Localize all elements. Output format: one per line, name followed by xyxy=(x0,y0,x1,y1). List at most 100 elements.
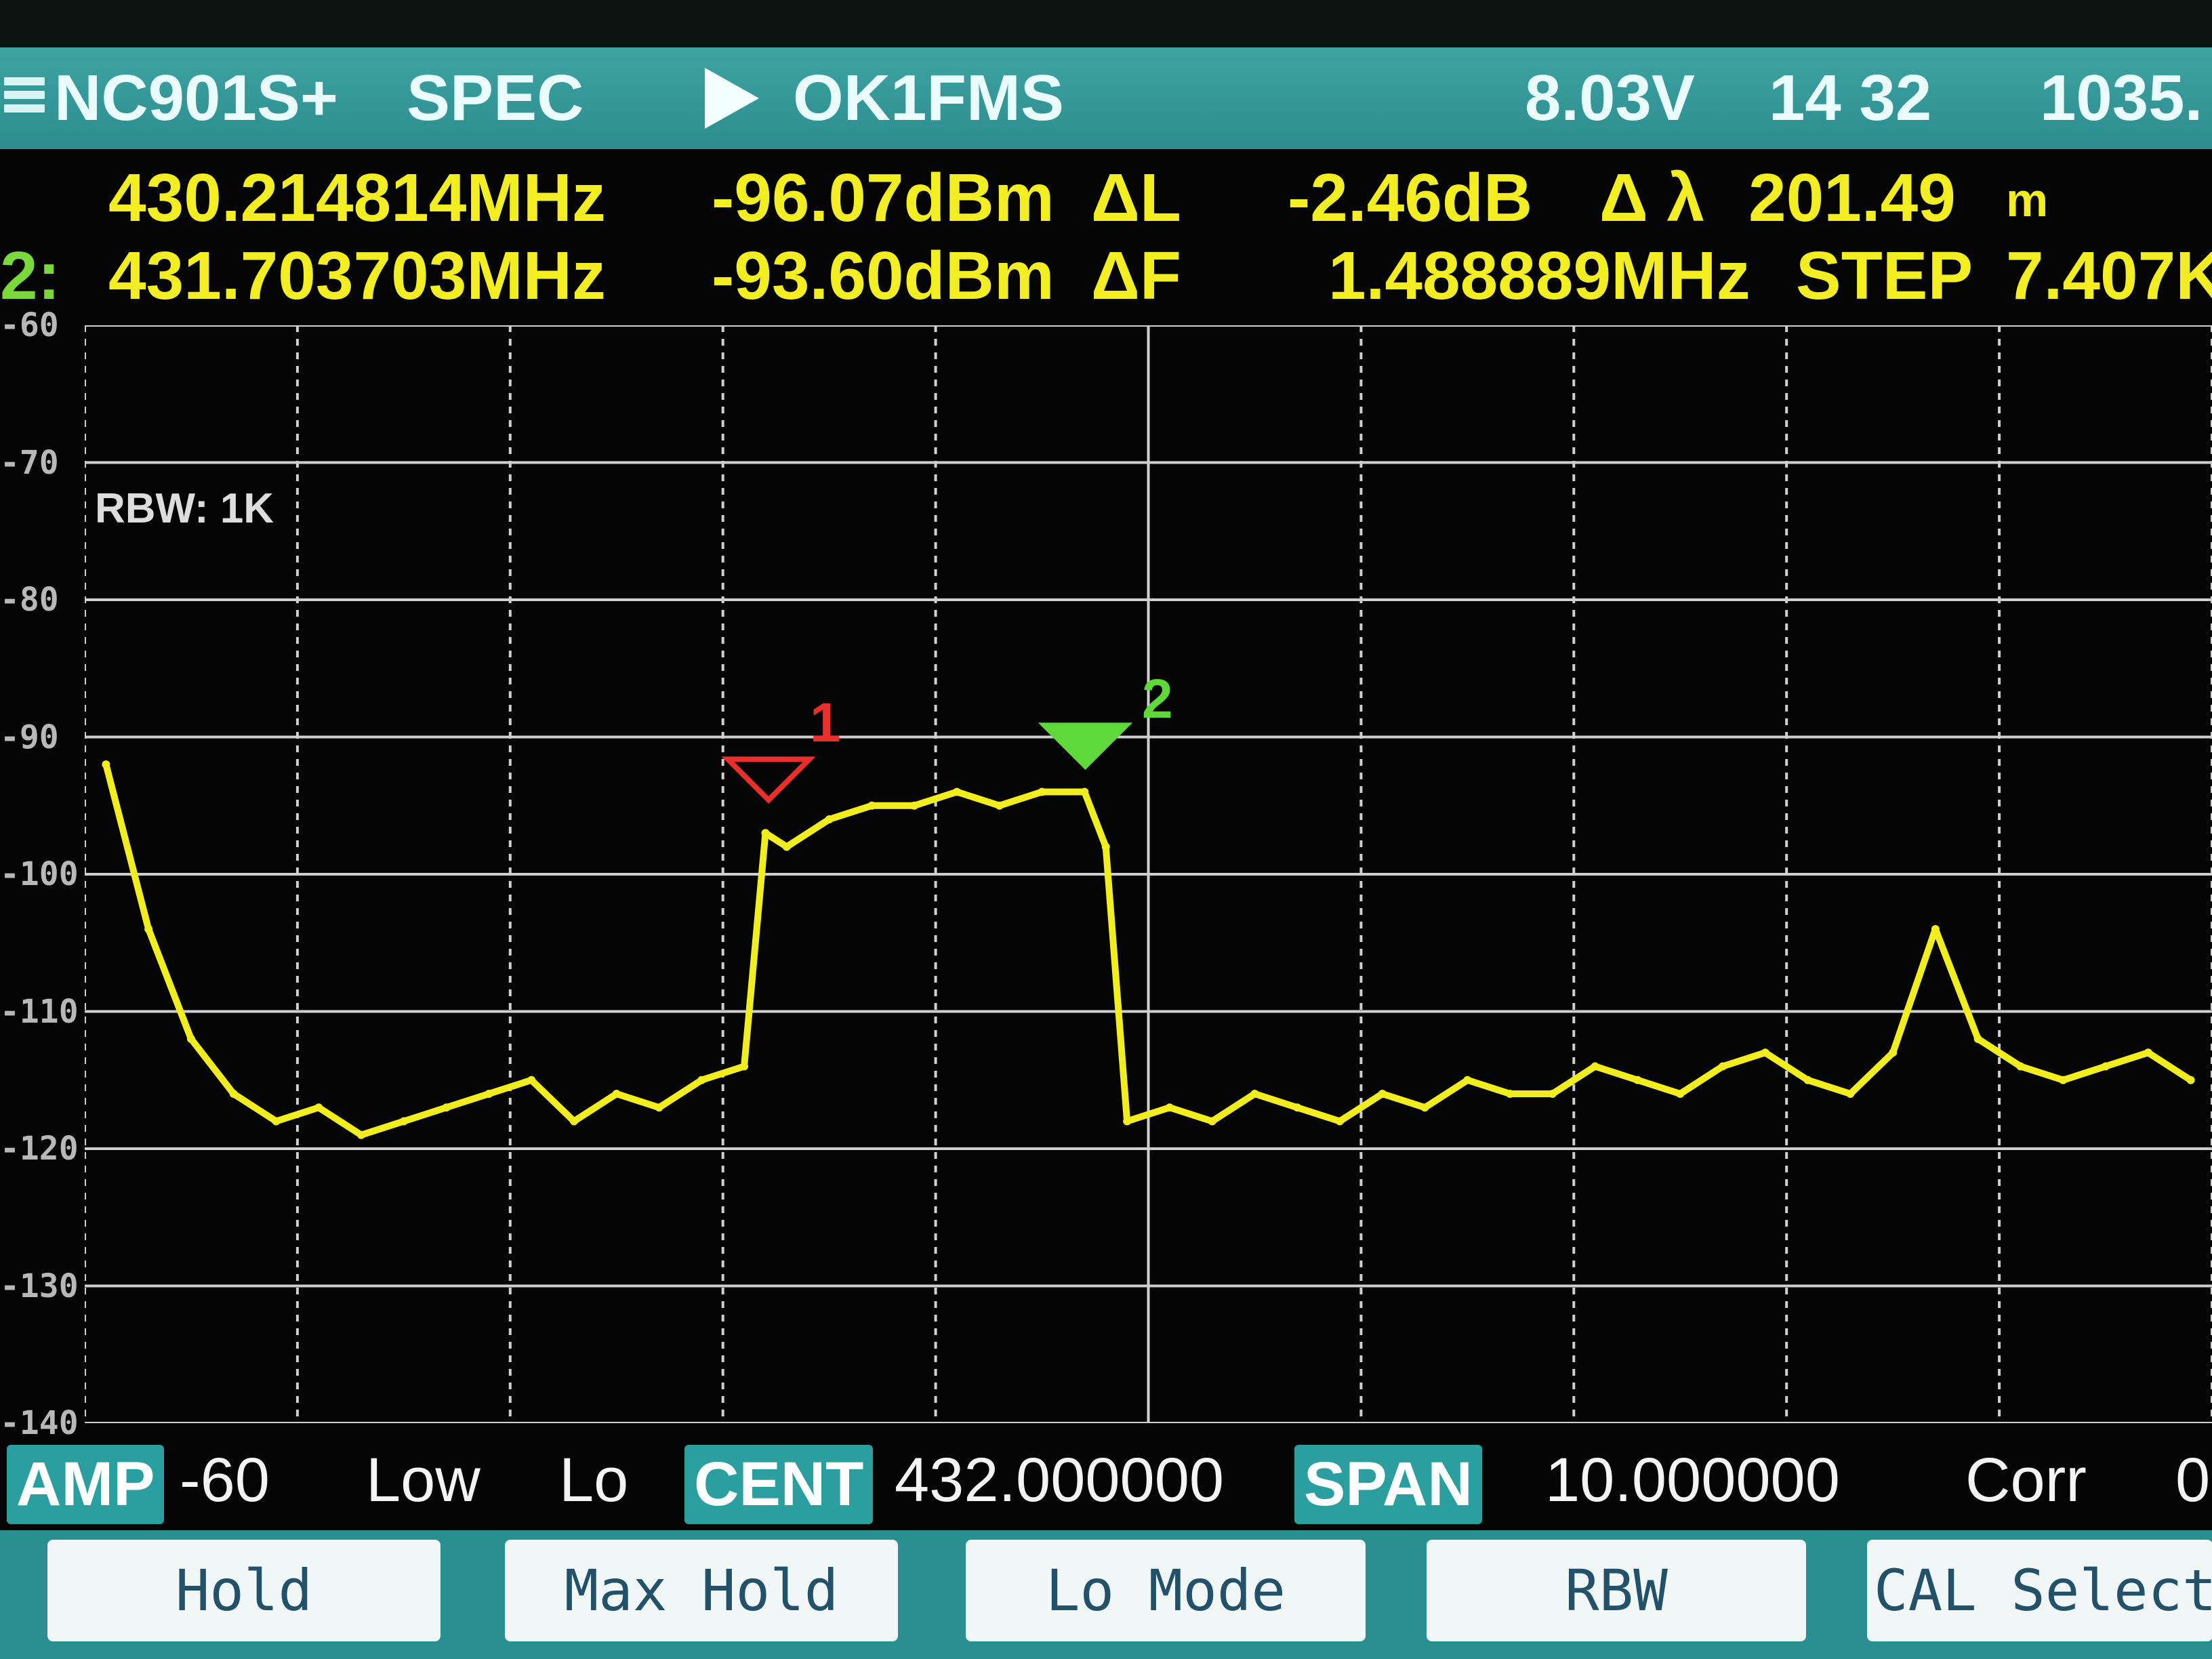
trace-point xyxy=(1761,1048,1769,1057)
marker2-level: -93.60dBm xyxy=(712,238,1054,314)
trace-point xyxy=(1250,1090,1259,1098)
screen-bezel xyxy=(0,0,2212,47)
trace-point xyxy=(144,925,153,933)
y-tick-label: -110 xyxy=(0,992,79,1031)
trace-point xyxy=(1633,1076,1642,1084)
trace-point xyxy=(1378,1090,1387,1098)
low-label: Low xyxy=(366,1446,480,1515)
y-tick-label: -120 xyxy=(0,1130,79,1168)
center-frequency: 432.000000 xyxy=(895,1446,1225,1515)
corr-label: Corr xyxy=(1965,1446,2087,1515)
max-hold-softkey[interactable]: Max Hold xyxy=(505,1540,898,1641)
marker2-label: 2 xyxy=(1142,668,1173,730)
clock: 14 32 xyxy=(1769,62,1932,134)
wavelength-unit: m xyxy=(2006,173,2049,226)
device-name: NC901S+ xyxy=(54,62,338,134)
marker2-prefix: 2: xyxy=(0,238,60,314)
trace-point xyxy=(740,1062,749,1071)
trace-point xyxy=(761,829,770,838)
trace-point xyxy=(995,801,1004,810)
lo-label: Lo xyxy=(559,1446,629,1515)
trace-point xyxy=(1165,1103,1174,1112)
trace-point xyxy=(825,815,834,823)
trace-point xyxy=(1889,1048,1898,1057)
trace-point xyxy=(1038,787,1046,796)
y-tick-label: -70 xyxy=(0,443,59,482)
trace-point xyxy=(782,842,791,851)
trace-point xyxy=(442,1103,451,1112)
spectrum-chart[interactable] xyxy=(85,325,2212,1423)
trace-point xyxy=(272,1117,281,1126)
softkey-bar: Hold Max Hold Lo Mode RBW CAL Select xyxy=(0,1530,2212,1659)
center-tag[interactable]: CENT xyxy=(684,1445,874,1524)
marker1-label: 1 xyxy=(810,692,841,754)
trace-point xyxy=(867,801,876,810)
trace-point xyxy=(1101,842,1110,851)
amp-value: -60 xyxy=(180,1446,270,1515)
rbw-softkey[interactable]: RBW xyxy=(1427,1540,1806,1641)
battery-voltage: 8.03V xyxy=(1525,62,1695,134)
spectrum-plot[interactable] xyxy=(85,325,2212,1423)
status-bar: AMP -60 Low Lo CENT 432.000000 SPAN 10.0… xyxy=(0,1437,2212,1532)
trace-point xyxy=(527,1076,536,1084)
trace-point xyxy=(2186,1076,2195,1084)
trace-point xyxy=(952,787,961,796)
corr-value: 0 xyxy=(2175,1446,2211,1515)
wavelength-label: Δ λ xyxy=(1599,160,1705,236)
trace-point xyxy=(1080,787,1089,796)
marker2-frequency: 431.703703MHz xyxy=(108,238,606,314)
trace-point xyxy=(1973,1035,1982,1043)
title-bar: NC901S+ SPEC OK1FMS 8.03V 14 32 1035. xyxy=(0,47,2212,149)
trace-point xyxy=(697,1076,706,1084)
trace-point xyxy=(102,760,110,769)
trace-point xyxy=(1846,1090,1855,1098)
trace-point xyxy=(910,801,919,810)
trace-point xyxy=(2059,1076,2068,1084)
trace-point xyxy=(1803,1076,1812,1084)
span-tag[interactable]: SPAN xyxy=(1294,1445,1482,1524)
trace-point xyxy=(2016,1062,2025,1071)
step-value: 7.407KH xyxy=(2006,238,2212,314)
trace-point xyxy=(1591,1062,1599,1071)
hold-softkey[interactable]: Hold xyxy=(47,1540,441,1641)
lo-mode-softkey[interactable]: Lo Mode xyxy=(966,1540,1366,1641)
marker-2-triangle xyxy=(1038,722,1133,771)
marker1-frequency: 430.214814MHz xyxy=(108,160,606,236)
play-icon[interactable] xyxy=(705,68,759,129)
trace-point xyxy=(1336,1117,1345,1126)
delta-frequency-label: ΔF xyxy=(1091,238,1181,314)
y-tick-label: -100 xyxy=(0,855,79,893)
step-label: STEP xyxy=(1796,238,1973,314)
trace-point xyxy=(1931,925,1940,933)
trace-point xyxy=(1208,1117,1216,1126)
delta-level-label: ΔL xyxy=(1091,160,1181,236)
trace-point xyxy=(229,1090,238,1098)
marker-1-triangle xyxy=(721,756,816,804)
trace-point xyxy=(1463,1076,1472,1084)
rbw-indicator: RBW: 1K xyxy=(95,485,274,532)
span-value: 10.000000 xyxy=(1545,1446,1840,1515)
y-tick-label: -90 xyxy=(0,718,59,756)
y-tick-label: -80 xyxy=(0,581,59,619)
mode-label[interactable]: SPEC xyxy=(407,61,583,136)
trace-point xyxy=(2102,1062,2110,1071)
amp-tag[interactable]: AMP xyxy=(7,1445,165,1524)
trace-point xyxy=(1506,1090,1515,1098)
trace-point xyxy=(314,1103,323,1112)
trace-point xyxy=(186,1035,195,1043)
y-tick-label: -60 xyxy=(0,306,59,344)
cal-select-softkey[interactable]: CAL Select xyxy=(1867,1540,2212,1641)
header-extra: 1035. xyxy=(2040,62,2203,134)
trace-point xyxy=(1123,1117,1132,1126)
trace-point xyxy=(569,1117,578,1126)
trace-point xyxy=(357,1130,366,1139)
trace-point xyxy=(1676,1090,1685,1098)
trace-point xyxy=(1293,1103,1302,1112)
trace-point xyxy=(1719,1062,1727,1071)
trace-point xyxy=(1548,1090,1557,1098)
callsign: OK1FMS xyxy=(793,62,1065,134)
marker1-level: -96.07dBm xyxy=(712,160,1054,236)
y-tick-label: -130 xyxy=(0,1267,79,1305)
menu-icon[interactable] xyxy=(4,72,45,126)
trace-point xyxy=(2144,1048,2152,1057)
